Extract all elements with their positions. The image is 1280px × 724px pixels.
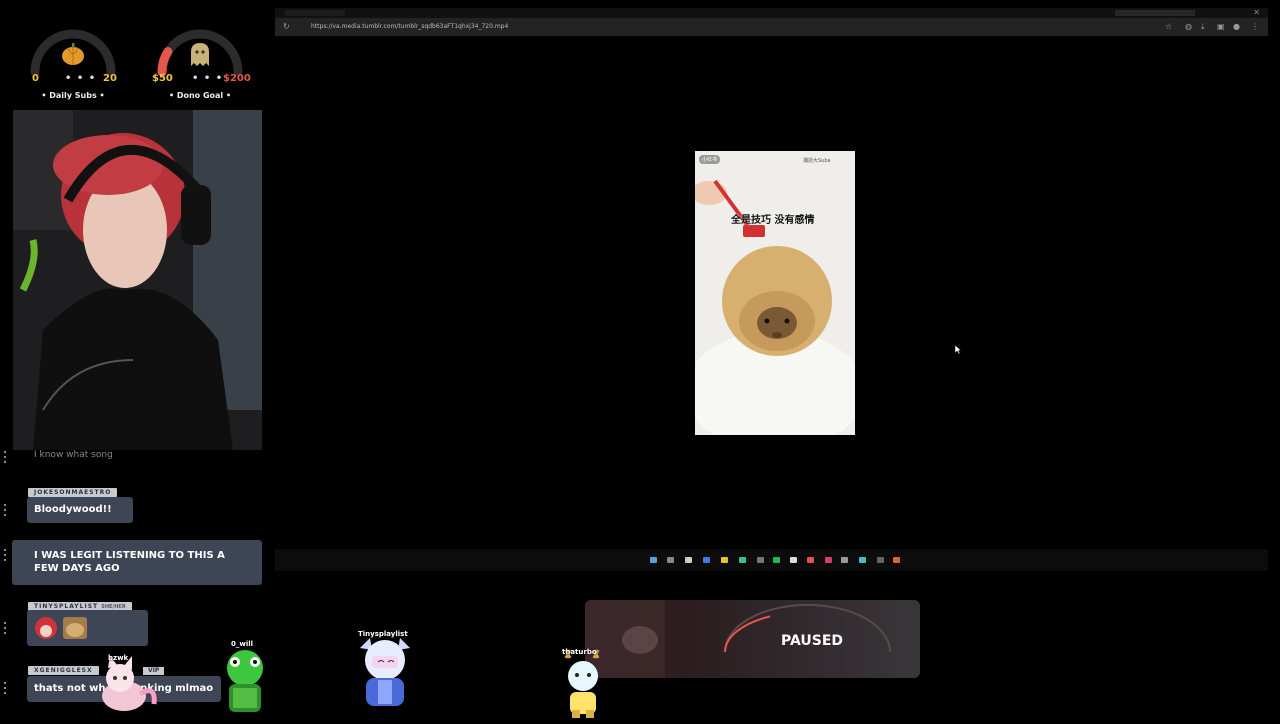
webcam-feed xyxy=(13,110,262,450)
pumpkin-icon xyxy=(59,40,87,68)
extension-icon[interactable]: ◍ xyxy=(1185,22,1192,31)
chat-message xyxy=(27,610,148,646)
url-field[interactable]: https://va.media.tumblr.com/tumblr_sqdb6… xyxy=(311,23,508,30)
daily-subs-dots: • • • xyxy=(65,73,97,84)
browser-tab[interactable] xyxy=(925,10,1005,16)
chat-message: I WAS LEGIT LISTENING TO THIS A FEW DAYS… xyxy=(12,540,262,585)
dono-goal-max: $200 xyxy=(223,73,251,84)
video-corner-tag: 捕捉大Suba xyxy=(803,158,831,164)
browser-tab[interactable] xyxy=(565,10,635,16)
menu-icon[interactable]: ⋮ xyxy=(1251,22,1259,31)
app-icon[interactable] xyxy=(877,557,884,563)
search-icon[interactable] xyxy=(667,557,674,563)
video-corner-badge: 小红书 xyxy=(699,155,721,164)
browser-tab[interactable] xyxy=(285,10,345,16)
download-icon[interactable]: ⤓ xyxy=(1201,22,1205,32)
task-view-icon[interactable] xyxy=(685,557,692,563)
settings-icon[interactable] xyxy=(841,557,848,563)
start-icon[interactable] xyxy=(650,557,657,563)
more-options-icon[interactable] xyxy=(4,504,7,519)
avatar-tinysplaylist: Tinysplaylist xyxy=(350,630,420,714)
browser-tab[interactable] xyxy=(745,10,815,16)
frog-avatar-icon xyxy=(227,650,263,712)
ghost-icon xyxy=(186,40,214,68)
cat-avatar-icon xyxy=(102,656,157,711)
app-icon[interactable] xyxy=(825,557,832,563)
folder-icon[interactable] xyxy=(721,557,728,563)
mouse-cursor-icon xyxy=(955,345,962,355)
app-icon[interactable] xyxy=(859,557,866,563)
more-options-icon[interactable] xyxy=(4,451,7,466)
more-options-icon[interactable] xyxy=(4,682,7,697)
chat-message: Bloodywood!! xyxy=(27,497,133,523)
dono-goal-min: $50 xyxy=(152,73,173,84)
emote-images xyxy=(35,617,87,639)
music-widget: PAUSED xyxy=(585,600,920,678)
video-player[interactable]: 小红书 捕捉大Suba 全是技巧 没有感情 xyxy=(695,151,855,435)
browser-tab[interactable] xyxy=(655,10,725,16)
avatar-name: Tinysplaylist xyxy=(358,630,408,638)
browser-tab[interactable] xyxy=(835,10,905,16)
avatar-0-will: 0_will xyxy=(215,640,275,724)
browser-window: ✕ ↻ https://va.media.tumblr.com/tumblr_s… xyxy=(275,8,1268,571)
app-icon[interactable] xyxy=(703,557,710,563)
close-window-icon[interactable]: ✕ xyxy=(1253,8,1260,17)
chat-message-text: I WAS LEGIT LISTENING TO THIS A FEW DAYS… xyxy=(34,550,225,574)
puzzle-icon[interactable]: ▣ xyxy=(1217,22,1225,31)
avatar-name: 0_will xyxy=(231,640,254,648)
bookmark-star-icon[interactable]: ☆ xyxy=(1165,22,1172,31)
avatar-bzwk: bzwk xyxy=(90,654,160,718)
app-icon[interactable] xyxy=(757,557,764,563)
avatar-name: bzwk xyxy=(108,654,129,662)
knight-avatar-icon xyxy=(360,638,410,706)
browser-tab[interactable] xyxy=(1025,10,1105,16)
app-icon[interactable] xyxy=(807,557,814,563)
tab-bar: ✕ xyxy=(275,8,1268,18)
dono-goal-title: • Dono Goal • xyxy=(168,91,232,100)
taskbar xyxy=(275,549,1268,571)
more-options-icon[interactable] xyxy=(4,622,7,637)
browser-tab[interactable] xyxy=(385,10,435,16)
guinea-pig-video-frame xyxy=(695,151,855,435)
more-options-icon[interactable] xyxy=(4,549,7,564)
avatar-thaturbo: thaturbo xyxy=(556,648,611,724)
video-caption: 全是技巧 没有感情 xyxy=(731,215,815,226)
paused-label: PAUSED xyxy=(781,633,844,649)
chat-username: XGENIGGLESX xyxy=(28,666,99,675)
browser-tab[interactable] xyxy=(475,10,535,16)
chat-message-text: Bloodywood!! xyxy=(34,504,112,515)
daily-subs-title: • Daily Subs • xyxy=(41,91,105,100)
profile-icon[interactable]: ● xyxy=(1233,22,1240,31)
avatar-name: thaturbo xyxy=(562,648,597,656)
app-icon[interactable] xyxy=(790,557,797,563)
browser-tab-active[interactable] xyxy=(1115,10,1195,16)
music-widget-art xyxy=(585,600,891,678)
dono-goal-dots: • • • xyxy=(192,73,224,84)
daily-subs-min: 0 xyxy=(32,73,39,84)
daily-subs-max: 20 xyxy=(103,73,117,84)
chat-username: JOKESONMAESTRO xyxy=(28,488,118,497)
app-icon[interactable] xyxy=(893,557,900,563)
dono-goal-gauge: $50 • • • $200 • Dono Goal • xyxy=(145,14,255,106)
faded-chat-message: I know what song xyxy=(34,450,113,460)
reload-icon[interactable]: ↻ xyxy=(283,22,290,31)
spotify-icon[interactable] xyxy=(773,557,780,563)
daily-subs-gauge: 0 • • • 20 • Daily Subs • xyxy=(18,14,128,106)
deer-avatar-icon xyxy=(564,649,600,718)
address-bar: ↻ https://va.media.tumblr.com/tumblr_sqd… xyxy=(275,18,1268,36)
browser-icon[interactable] xyxy=(739,557,746,563)
